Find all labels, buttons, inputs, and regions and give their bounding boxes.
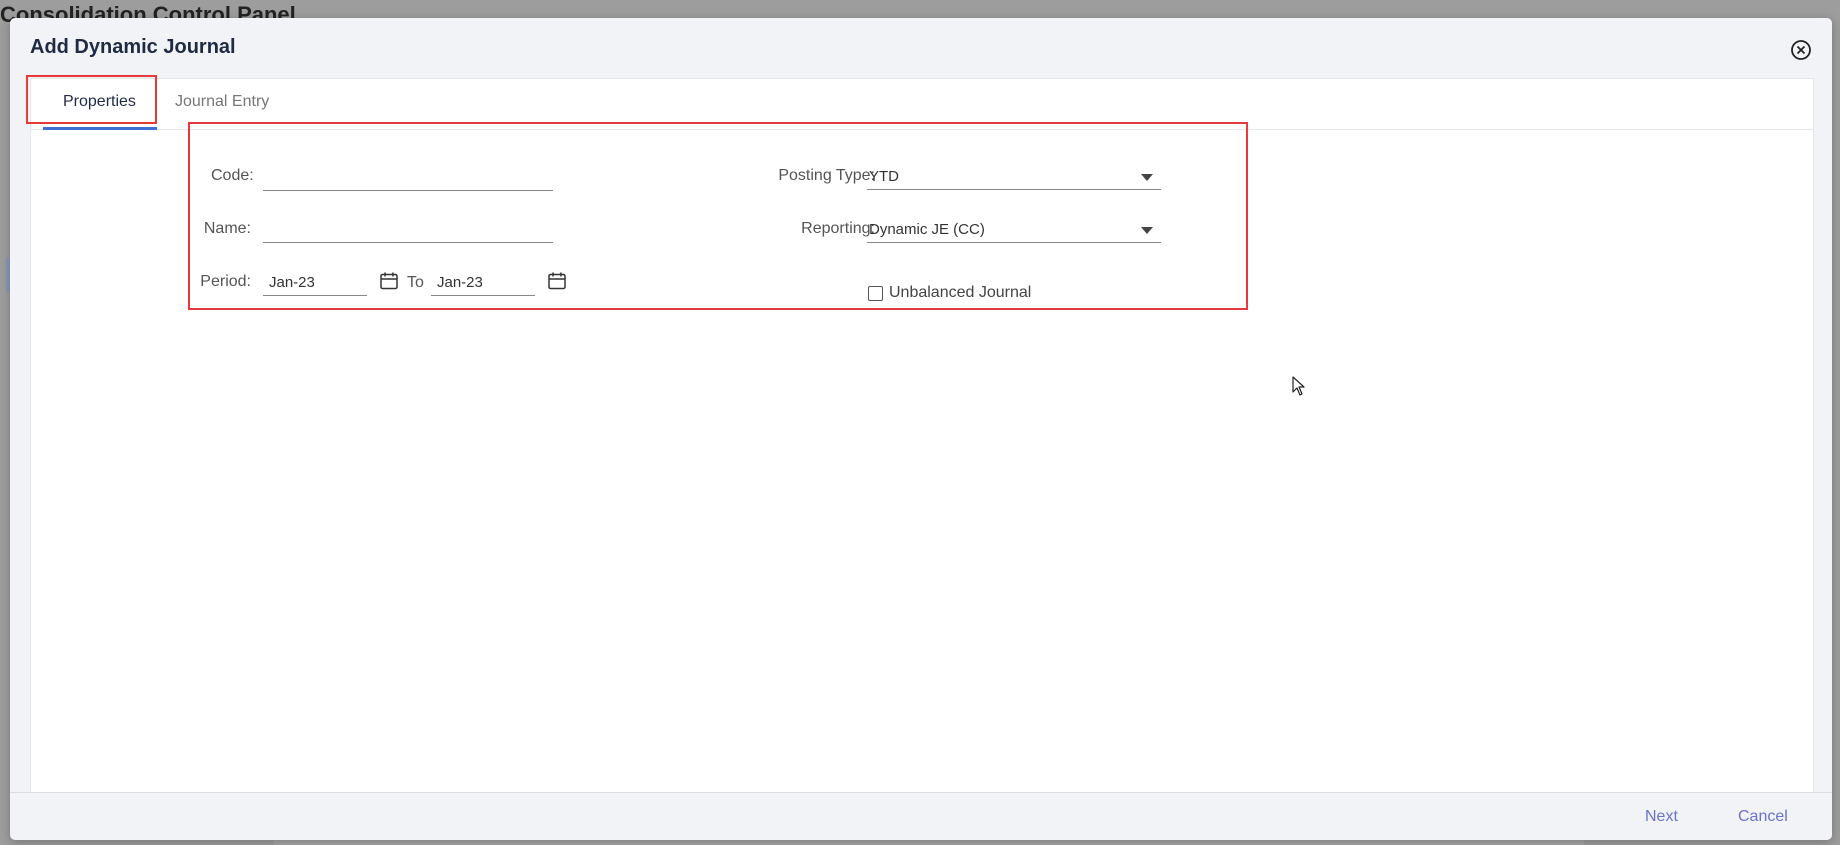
- period-label: Period:: [200, 273, 251, 290]
- next-button[interactable]: Next: [1645, 808, 1678, 826]
- properties-tab-highlight-box: [26, 75, 157, 124]
- add-dynamic-journal-dialog: Add Dynamic Journal Properties Journal E…: [10, 18, 1832, 840]
- dialog-title: Add Dynamic Journal: [30, 36, 236, 58]
- tab-journal-entry[interactable]: Journal Entry: [175, 93, 269, 111]
- period-to-input[interactable]: Jan-23: [431, 270, 535, 296]
- reporting-select[interactable]: Dynamic JE (CC): [867, 217, 1161, 243]
- posting-type-select[interactable]: YTD: [867, 164, 1161, 190]
- unbalanced-journal-checkbox[interactable]: [868, 286, 883, 301]
- code-label: Code:: [211, 167, 254, 184]
- period-to-calendar-icon[interactable]: [547, 271, 567, 291]
- active-tab-indicator: [43, 127, 157, 130]
- name-label: Name:: [203, 220, 251, 237]
- chevron-down-icon: [1141, 174, 1153, 181]
- name-input[interactable]: [263, 217, 553, 243]
- cancel-button[interactable]: Cancel: [1738, 808, 1788, 826]
- mouse-pointer-icon: [1292, 376, 1306, 396]
- chevron-down-icon: [1141, 227, 1153, 234]
- dialog-content: Properties Journal Entry Code: Name: Per…: [26, 75, 1814, 793]
- unbalanced-journal-label[interactable]: Unbalanced Journal: [889, 284, 1031, 302]
- period-from-calendar-icon[interactable]: [379, 271, 399, 291]
- reporting-label: Reporting:: [801, 220, 875, 237]
- close-icon[interactable]: [1790, 39, 1812, 61]
- period-to-label: To: [407, 274, 424, 291]
- code-input[interactable]: [263, 165, 553, 191]
- posting-type-label: Posting Type:: [778, 167, 875, 184]
- posting-type-value: YTD: [869, 168, 899, 185]
- period-from-input[interactable]: Jan-23: [263, 270, 367, 296]
- footer-divider: [10, 792, 1832, 793]
- reporting-value: Dynamic JE (CC): [869, 221, 985, 238]
